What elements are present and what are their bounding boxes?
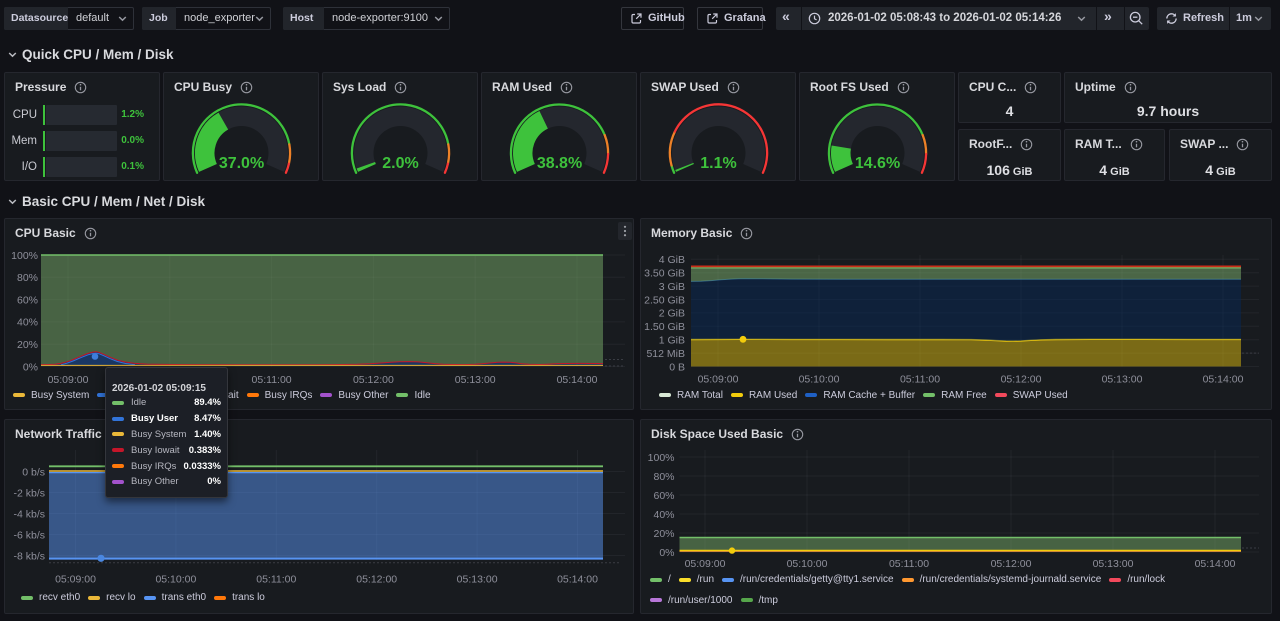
- svg-text:05:11:00: 05:11:00: [889, 558, 929, 570]
- svg-text:80%: 80%: [653, 471, 674, 483]
- svg-text:05:12:00: 05:12:00: [991, 558, 1032, 570]
- svg-text:14.6%: 14.6%: [855, 155, 900, 172]
- svg-text:05:13:00: 05:13:00: [1093, 558, 1134, 570]
- svg-text:05:10:00: 05:10:00: [155, 574, 196, 586]
- svg-text:0 b/s: 0 b/s: [22, 466, 45, 478]
- svg-text:05:09:00: 05:09:00: [685, 558, 726, 570]
- svg-text:0%: 0%: [659, 547, 674, 559]
- svg-text:2.0%: 2.0%: [382, 155, 418, 172]
- svg-text:3 GiB: 3 GiB: [659, 281, 685, 293]
- svg-text:100%: 100%: [648, 452, 675, 464]
- svg-text:0 B: 0 B: [669, 361, 685, 373]
- svg-text:60%: 60%: [17, 294, 38, 306]
- svg-text:05:12:00: 05:12:00: [356, 574, 397, 586]
- svg-text:05:13:00: 05:13:00: [455, 374, 496, 386]
- svg-text:80%: 80%: [17, 272, 38, 284]
- svg-text:05:10:00: 05:10:00: [787, 558, 828, 570]
- svg-text:37.0%: 37.0%: [219, 155, 264, 172]
- svg-text:05:11:00: 05:11:00: [252, 374, 292, 386]
- svg-text:60%: 60%: [653, 490, 674, 502]
- svg-text:3.50 GiB: 3.50 GiB: [644, 268, 685, 280]
- svg-text:05:12:00: 05:12:00: [353, 374, 394, 386]
- svg-text:2.50 GiB: 2.50 GiB: [644, 294, 685, 306]
- svg-text:40%: 40%: [653, 509, 674, 521]
- svg-text:05:09:00: 05:09:00: [48, 374, 89, 386]
- svg-text:512 MiB: 512 MiB: [646, 348, 685, 360]
- svg-text:4 GiB: 4 GiB: [659, 254, 685, 266]
- svg-text:100%: 100%: [11, 250, 38, 262]
- svg-text:05:13:00: 05:13:00: [457, 574, 498, 586]
- svg-text:05:14:00: 05:14:00: [1195, 558, 1236, 570]
- svg-text:38.8%: 38.8%: [537, 155, 582, 172]
- svg-text:1 GiB: 1 GiB: [659, 335, 685, 347]
- svg-text:05:11:00: 05:11:00: [900, 374, 940, 386]
- svg-text:-8 kb/s: -8 kb/s: [13, 550, 45, 562]
- svg-text:1.50 GiB: 1.50 GiB: [644, 321, 685, 333]
- svg-text:05:14:00: 05:14:00: [557, 374, 598, 386]
- svg-text:05:12:00: 05:12:00: [1001, 374, 1042, 386]
- svg-text:05:11:00: 05:11:00: [256, 574, 296, 586]
- svg-text:20%: 20%: [17, 339, 38, 351]
- svg-text:-4 kb/s: -4 kb/s: [13, 508, 45, 520]
- svg-text:05:09:00: 05:09:00: [55, 574, 96, 586]
- svg-text:-2 kb/s: -2 kb/s: [13, 487, 45, 499]
- svg-text:05:10:00: 05:10:00: [799, 374, 840, 386]
- svg-text:05:14:00: 05:14:00: [1203, 374, 1244, 386]
- svg-text:0%: 0%: [23, 361, 38, 373]
- svg-text:40%: 40%: [17, 317, 38, 329]
- svg-text:05:14:00: 05:14:00: [557, 574, 598, 586]
- svg-text:20%: 20%: [653, 528, 674, 540]
- svg-text:2 GiB: 2 GiB: [659, 308, 685, 320]
- svg-text:1.1%: 1.1%: [700, 155, 736, 172]
- svg-text:05:09:00: 05:09:00: [698, 374, 739, 386]
- svg-text:05:13:00: 05:13:00: [1102, 374, 1143, 386]
- svg-text:-6 kb/s: -6 kb/s: [13, 529, 45, 541]
